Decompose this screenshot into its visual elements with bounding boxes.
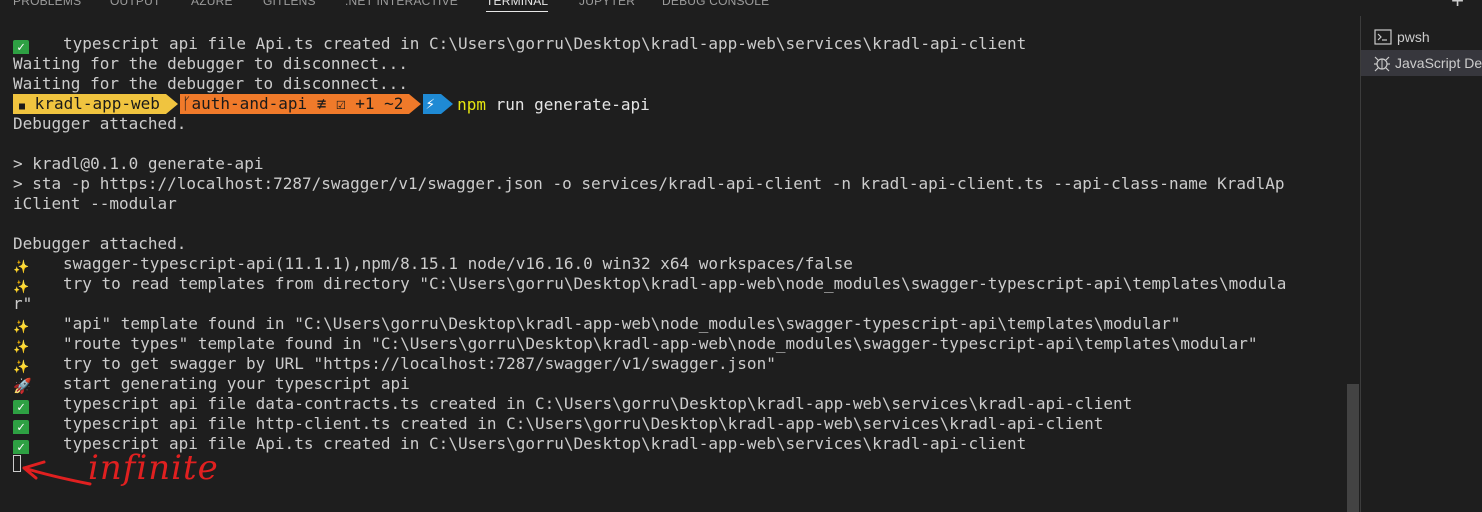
terminal-line: ✨ "route types" template found in "C:\Use… — [13, 334, 1258, 354]
terminal-line: > kradl@0.1.0 generate-api — [13, 154, 264, 173]
terminal-line: r" — [13, 294, 33, 313]
terminal-output[interactable]: ✓ typescript api file Api.ts created in C… — [13, 34, 1343, 504]
terminal-line: iClient --modular — [13, 194, 177, 213]
sparkles-icon: ✨ — [13, 340, 30, 354]
lightning-icon: ⚡ — [425, 94, 436, 113]
terminal-line: Waiting for the debugger to disconnect..… — [13, 54, 408, 73]
panel-tabs: PROBLEMS OUTPUT AZURE GITLENS .NET INTER… — [0, 0, 1360, 12]
terminal-line: ✨ try to read templates from directory "C… — [13, 274, 1287, 294]
tab-debug-console[interactable]: DEBUG CONSOLE — [662, 0, 769, 11]
terminal-line: ✨ try to get swagger by URL "https://loca… — [13, 354, 776, 374]
check-icon: ✓ — [13, 400, 29, 414]
tab-terminal[interactable]: TERMINAL — [486, 0, 549, 12]
sparkles-icon: ✨ — [13, 360, 30, 374]
terminal-line: Debugger attached. — [13, 234, 187, 253]
git-branch-icon: ᚴ — [181, 94, 192, 113]
debug-icon — [1373, 54, 1391, 72]
terminal-line: > sta -p https://localhost:7287/swagger/… — [13, 174, 1285, 193]
terminal-scrollbar[interactable] — [1347, 384, 1359, 512]
terminal-line: ✓ typescript api file Api.ts created in C… — [13, 34, 1343, 54]
terminal-line: ✨ "api" template found in "C:\Users\gorru… — [13, 314, 1181, 334]
tab-net-interactive[interactable]: .NET INTERACTIVE — [345, 0, 458, 11]
terminal-line: 🚀 start generating your typescript api — [13, 374, 410, 394]
prompt-status-segment: ⚡ — [423, 94, 453, 114]
annotation-text: infinite — [88, 448, 219, 488]
terminal-list-item-javascript-debug[interactable]: JavaScript Debug Terminal — [1361, 50, 1482, 76]
shell-prompt: ■ kradl-app-web ᚴauth-and-api ≢ ☑ +1 ~2 … — [13, 94, 1343, 114]
terminal-line: ✓ typescript api file data-contracts.ts c… — [13, 394, 1343, 414]
check-icon: ✓ — [13, 40, 29, 54]
terminal-line: ✨ swagger-typescript-api(11.1.1),npm/8.15… — [13, 254, 853, 274]
sparkles-icon: ✨ — [13, 280, 30, 294]
prompt-branch-segment: ᚴauth-and-api ≢ ☑ +1 ~2 — [179, 94, 421, 114]
tab-gitlens[interactable]: GITLENS — [263, 0, 316, 11]
sparkles-icon: ✨ — [13, 260, 30, 274]
check-icon: ✓ — [13, 420, 29, 434]
terminal-line: Waiting for the debugger to disconnect..… — [13, 74, 408, 93]
prompt-folder-segment: ■ kradl-app-web — [13, 94, 178, 114]
check-icon: ✓ — [13, 440, 29, 454]
new-terminal-button[interactable]: + — [1451, 0, 1464, 12]
sparkles-icon: ✨ — [13, 320, 30, 334]
terminal-icon — [1373, 28, 1393, 46]
rocket-icon: 🚀 — [13, 377, 32, 394]
terminal-line: Debugger attached. — [13, 114, 187, 133]
terminal-line: ✓ typescript api file http-client.ts crea… — [13, 414, 1343, 434]
tab-output[interactable]: OUTPUT — [110, 0, 161, 11]
terminal-list: pwsh JavaScript Debug Terminal — [1361, 24, 1482, 76]
folder-icon: ■ — [19, 101, 26, 112]
tab-problems[interactable]: PROBLEMS — [13, 0, 81, 11]
terminal-list-item-pwsh[interactable]: pwsh — [1361, 24, 1482, 50]
tab-azure[interactable]: AZURE — [191, 0, 233, 11]
terminal-list-label: JavaScript Debug Terminal — [1395, 55, 1482, 71]
tab-jupyter[interactable]: JUPYTER — [579, 0, 635, 11]
panel-divider[interactable] — [1360, 16, 1361, 512]
command-npm: npm — [457, 94, 486, 114]
command-args: run generate-api — [485, 94, 650, 114]
terminal-list-label: pwsh — [1397, 29, 1430, 45]
